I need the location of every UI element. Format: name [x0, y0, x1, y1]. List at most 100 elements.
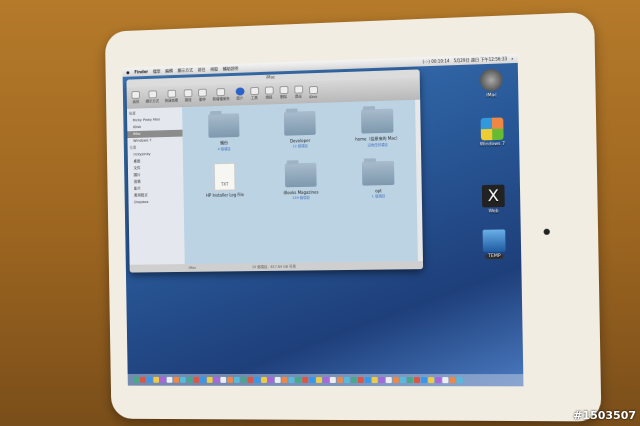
dock-app-icon[interactable]	[159, 376, 166, 383]
dock-app-icon[interactable]	[267, 376, 274, 383]
toolbar-label: 退出	[294, 94, 302, 99]
dock-app-icon[interactable]	[295, 376, 302, 383]
gear-icon	[198, 88, 207, 97]
desktop-icon-temp[interactable]: TEMP	[475, 229, 513, 260]
dock-app-icon[interactable]	[413, 377, 421, 384]
dock-app-icon[interactable]	[420, 377, 428, 384]
path-label: iMac	[188, 265, 197, 270]
menu-item[interactable]: 檔案	[153, 68, 161, 74]
dock-app-icon[interactable]	[288, 376, 295, 383]
dock-app-icon[interactable]	[309, 376, 316, 383]
dock-app-icon[interactable]	[281, 376, 288, 383]
dock-app-icon[interactable]	[442, 377, 449, 384]
dock-app-icon[interactable]	[227, 376, 233, 383]
dock-app-icon[interactable]	[247, 376, 254, 383]
dock-app-icon[interactable]	[153, 376, 160, 383]
dock-app-icon[interactable]	[139, 376, 146, 383]
toolbar-button[interactable]: 退出	[293, 85, 303, 99]
dock-app-icon[interactable]	[233, 376, 240, 383]
dock-app-icon[interactable]	[364, 377, 371, 384]
dock-app-icon[interactable]	[329, 377, 336, 384]
dock-app-icon[interactable]	[378, 377, 385, 384]
dock-app-icon[interactable]	[449, 377, 456, 384]
desktop-icon-web[interactable]: X Web	[475, 184, 513, 214]
desktop-icon-label: Web	[488, 209, 499, 215]
apple-menu-icon[interactable]: ●	[126, 70, 129, 75]
dock-app-icon[interactable]	[213, 376, 220, 383]
eye-icon	[166, 89, 176, 98]
toolbar-button[interactable]: iDisk	[308, 85, 318, 99]
dock-app-icon[interactable]	[200, 376, 206, 383]
toolbar-button[interactable]: 刪除	[279, 85, 288, 100]
idisk-icon	[308, 85, 318, 94]
dock-app-icon[interactable]	[193, 376, 200, 383]
toolbar-label: 路徑	[184, 98, 192, 103]
dock-app-icon[interactable]	[336, 377, 343, 384]
toolbar-label: 刪除	[280, 94, 288, 100]
sidebar-item[interactable]: Dropbox	[128, 198, 183, 206]
dock-app-icon[interactable]	[274, 376, 281, 383]
toolbar-button[interactable]: 燒錄	[264, 86, 274, 100]
file-item[interactable]: iBooks Magazines 239 個項目	[266, 158, 336, 211]
spotlight-icon[interactable]: ⌕	[511, 55, 513, 61]
dock-app-icon[interactable]	[350, 377, 357, 384]
dock-app-icon[interactable]	[186, 376, 193, 383]
toolbar-button[interactable]: 工具	[249, 86, 259, 101]
toolbar-button[interactable]: 新增檔案夾	[212, 88, 230, 102]
file-item[interactable]: home（從原來的 Mac） 沒有任何項目	[342, 104, 413, 158]
dock-app-icon[interactable]	[322, 377, 329, 384]
menu-finder[interactable]: Finder	[134, 69, 148, 74]
file-item[interactable]: Developer 12 個項目	[265, 106, 335, 160]
toolbar-button[interactable]: 快速查看	[165, 89, 179, 104]
menu-item[interactable]: 視窗	[210, 66, 218, 72]
toolbar-label: 返回	[132, 99, 140, 104]
dock-app-icon[interactable]	[146, 376, 153, 383]
menu-item[interactable]: 前往	[198, 67, 206, 73]
dock-app-icon[interactable]	[399, 377, 406, 384]
dock-app-icon[interactable]	[435, 377, 442, 384]
file-grid: 備份 4 個項目 Developer 12 個項目 home（從原來的 Mac） 沒有任何…	[182, 99, 418, 265]
toolbar-button[interactable]: 顯示方式	[146, 90, 160, 104]
desktop-icon-windows7[interactable]: Windows 7	[473, 117, 511, 148]
dock-app-icon[interactable]	[173, 376, 180, 383]
dock-app-icon[interactable]	[392, 377, 399, 384]
dock-app-icon[interactable]	[261, 376, 268, 383]
dock-app-icon[interactable]	[315, 377, 323, 383]
toolbar-button[interactable]: 返回	[131, 90, 141, 105]
dock-app-icon[interactable]	[206, 376, 213, 383]
toolbar-label: 顯示方式	[145, 99, 160, 104]
dock-app-icon[interactable]	[371, 377, 378, 384]
menu-item[interactable]: 編輯	[165, 68, 173, 74]
dock-app-icon[interactable]	[166, 376, 173, 383]
delete-icon	[279, 85, 288, 95]
menu-item[interactable]: 顯示方式	[178, 67, 193, 73]
dock-app-icon[interactable]	[179, 376, 186, 383]
desktop-icon-imac[interactable]: iMac	[473, 68, 511, 99]
dock-app-icon[interactable]	[220, 376, 227, 383]
menu-item[interactable]: 輔助說明	[223, 65, 239, 71]
folder-icon	[482, 229, 506, 253]
file-item[interactable]: TXT HP Installer Log File	[191, 160, 260, 213]
dock-app-icon[interactable]	[302, 376, 309, 383]
dock-app-icon[interactable]	[240, 376, 247, 383]
toolbar-button[interactable]: 簡介	[235, 87, 245, 101]
mac-screen: ● Finder 檔案 編輯 顯示方式 前往 視窗 輔助說明 (-:-) 00:…	[122, 53, 524, 387]
dock-app-icon[interactable]	[428, 377, 435, 384]
dock-app-icon[interactable]	[406, 377, 413, 384]
dock-app-icon[interactable]	[254, 376, 261, 383]
dock-app-icon[interactable]	[456, 377, 463, 384]
clock[interactable]: 5月29日 週日 下午12:56:33	[454, 56, 508, 64]
dock-app-icon[interactable]	[357, 377, 364, 384]
toolbar-button[interactable]: 動作	[198, 88, 207, 103]
toolbar-button[interactable]: 路徑	[183, 89, 193, 103]
toolbar-label: 動作	[199, 97, 206, 102]
dock-app-icon[interactable]	[385, 377, 392, 384]
toolbar-label: 工具	[250, 95, 258, 101]
windows-icon	[480, 117, 504, 141]
file-item[interactable]: opt 1 個項目	[343, 156, 414, 210]
dock-app-icon[interactable]	[343, 377, 350, 384]
dock-app-icon[interactable]	[133, 376, 140, 383]
file-count: 12 個項目	[292, 144, 308, 149]
battery-status[interactable]: (-:-) 00:10:14	[422, 58, 449, 65]
file-item[interactable]: 備份 4 個項目	[190, 109, 259, 162]
